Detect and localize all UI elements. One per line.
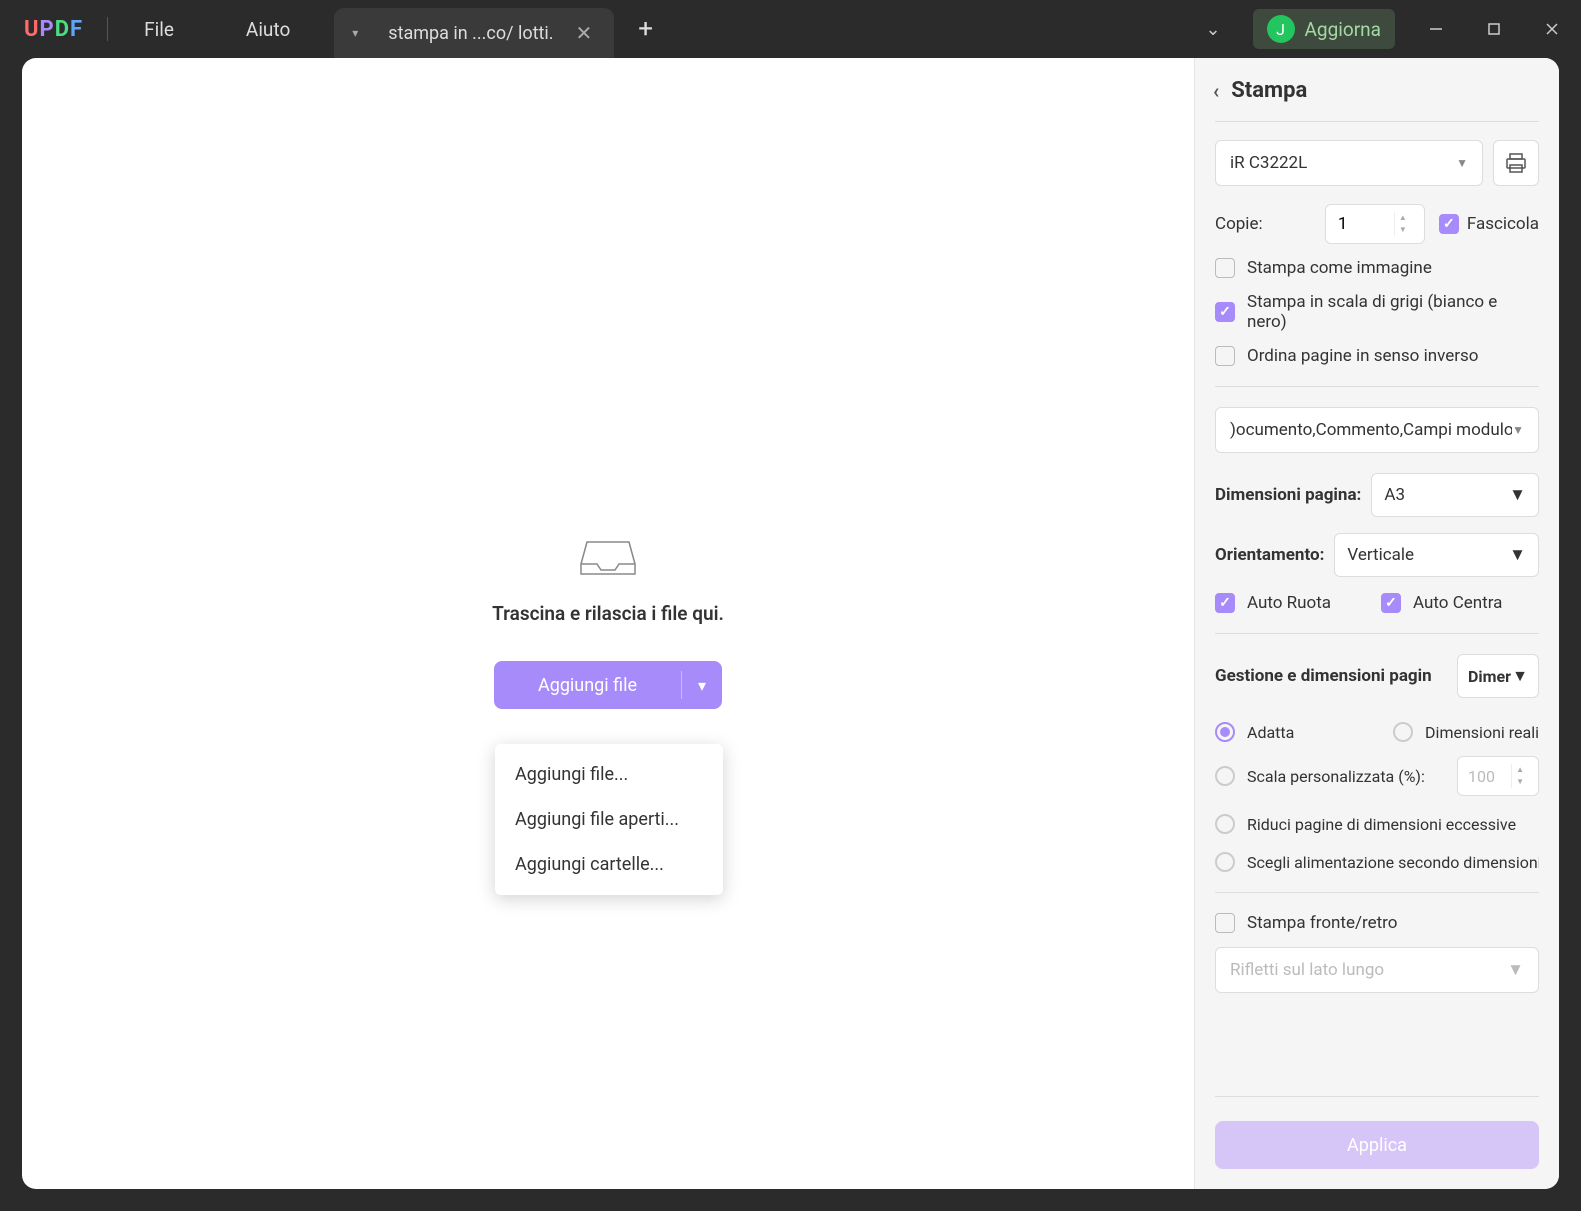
tab-close-icon[interactable]: ✕: [572, 21, 597, 45]
apply-button[interactable]: Applica: [1215, 1121, 1539, 1169]
auto-rotate-checkbox[interactable]: [1215, 593, 1235, 613]
chevron-down-icon: ▼: [1507, 960, 1524, 980]
titlebar: UPDF File Aiuto ▾ stampa in ...co/ lotti…: [0, 0, 1581, 58]
printer-properties-button[interactable]: [1493, 140, 1539, 186]
handling-select[interactable]: Dimer ▼: [1457, 654, 1539, 698]
fit-radio[interactable]: [1215, 722, 1235, 742]
drop-text: Trascina e rilascia i file qui.: [492, 602, 724, 625]
shrink-radio[interactable]: [1215, 814, 1235, 834]
chevron-down-icon: ▼: [1509, 485, 1526, 505]
drop-area[interactable]: Trascina e rilascia i file qui. Aggiungi…: [22, 58, 1194, 1189]
choose-source-radio[interactable]: [1215, 852, 1235, 872]
tray-icon: [579, 538, 637, 578]
actual-size-radio[interactable]: [1393, 722, 1413, 742]
tab-title: stampa in ...co/ lotti.: [370, 23, 571, 44]
dropdown-add-folders[interactable]: Aggiungi cartelle...: [495, 842, 723, 887]
reverse-order-label: Ordina pagine in senso inverso: [1247, 346, 1478, 366]
copies-field[interactable]: [1326, 214, 1394, 234]
chevron-down-icon: ▼: [1512, 423, 1524, 437]
panel-title: Stampa: [1231, 78, 1307, 103]
shrink-label: Riduci pagine di dimensioni eccessive: [1247, 815, 1516, 834]
print-as-image-label: Stampa come immagine: [1247, 258, 1432, 278]
back-icon[interactable]: ‹: [1213, 79, 1219, 103]
document-tab[interactable]: ▾ stampa in ...co/ lotti. ✕: [334, 8, 614, 58]
chevron-down-icon: ▼: [1512, 666, 1528, 686]
minimize-button[interactable]: [1407, 0, 1465, 58]
printer-icon: [1505, 152, 1527, 174]
page-size-select[interactable]: A3 ▼: [1371, 473, 1539, 517]
grayscale-label: Stampa in scala di grigi (bianco e nero): [1247, 292, 1539, 332]
user-label: Aggiorna: [1305, 18, 1381, 41]
fit-label: Adatta: [1247, 723, 1294, 742]
collate-checkbox[interactable]: [1439, 214, 1459, 234]
custom-scale-radio[interactable]: [1215, 766, 1235, 786]
add-file-dropdown: Aggiungi file... Aggiungi file aperti...…: [495, 744, 723, 895]
custom-scale-input: 100 ▲▼: [1457, 756, 1539, 796]
close-button[interactable]: [1523, 0, 1581, 58]
menu-file[interactable]: File: [108, 18, 210, 41]
printer-select[interactable]: iR C3222L ▼: [1215, 140, 1483, 186]
grayscale-checkbox[interactable]: [1215, 302, 1235, 322]
user-update-button[interactable]: J Aggiorna: [1253, 9, 1395, 49]
copies-input[interactable]: ▲▼: [1325, 204, 1425, 244]
flip-select: Rifletti sul lato lungo ▼: [1215, 947, 1539, 993]
content-type-select[interactable]: )ocumento,Commento,Campi modulo ▼: [1215, 407, 1539, 453]
dropdown-add-open-files[interactable]: Aggiungi file aperti...: [495, 797, 723, 842]
main-body: Trascina e rilascia i file qui. Aggiungi…: [22, 58, 1559, 1189]
orientation-label: Orientamento:: [1215, 545, 1324, 565]
app-logo: UPDF: [0, 17, 107, 42]
choose-source-label: Scegli alimentazione secondo dimensioni …: [1247, 853, 1539, 872]
chevron-down-icon: ▼: [1509, 545, 1526, 565]
tabs-overflow-icon[interactable]: ⌄: [1185, 19, 1240, 40]
tab-dropdown-icon[interactable]: ▾: [352, 26, 358, 40]
dropdown-add-files[interactable]: Aggiungi file...: [495, 752, 723, 797]
chevron-down-icon: ▼: [1456, 156, 1468, 170]
auto-rotate-label: Auto Ruota: [1247, 593, 1331, 613]
print-as-image-checkbox[interactable]: [1215, 258, 1235, 278]
auto-center-label: Auto Centra: [1413, 593, 1502, 613]
new-tab-button[interactable]: +: [614, 14, 677, 44]
actual-size-label: Dimensioni reali: [1425, 723, 1539, 742]
collate-label: Fascicola: [1467, 214, 1539, 234]
handling-label: Gestione e dimensioni pagin: [1215, 666, 1432, 686]
custom-scale-label: Scala personalizzata (%):: [1247, 767, 1425, 786]
add-file-dropdown-icon[interactable]: ▾: [682, 661, 722, 709]
menu-help[interactable]: Aiuto: [210, 18, 326, 41]
orientation-select[interactable]: Verticale ▼: [1334, 533, 1539, 577]
copies-up[interactable]: ▲: [1395, 212, 1411, 224]
copies-down[interactable]: ▼: [1395, 224, 1411, 236]
print-panel: ‹ Stampa iR C3222L ▼ Copie:: [1194, 58, 1559, 1189]
page-size-label: Dimensioni pagina:: [1215, 485, 1361, 505]
user-avatar: J: [1267, 15, 1295, 43]
maximize-button[interactable]: [1465, 0, 1523, 58]
reverse-order-checkbox[interactable]: [1215, 346, 1235, 366]
duplex-checkbox[interactable]: [1215, 913, 1235, 933]
auto-center-checkbox[interactable]: [1381, 593, 1401, 613]
add-file-button[interactable]: Aggiungi file ▾: [494, 661, 722, 709]
add-file-label[interactable]: Aggiungi file: [494, 661, 681, 709]
duplex-label: Stampa fronte/retro: [1247, 913, 1397, 933]
copies-label: Copie:: [1215, 214, 1263, 234]
